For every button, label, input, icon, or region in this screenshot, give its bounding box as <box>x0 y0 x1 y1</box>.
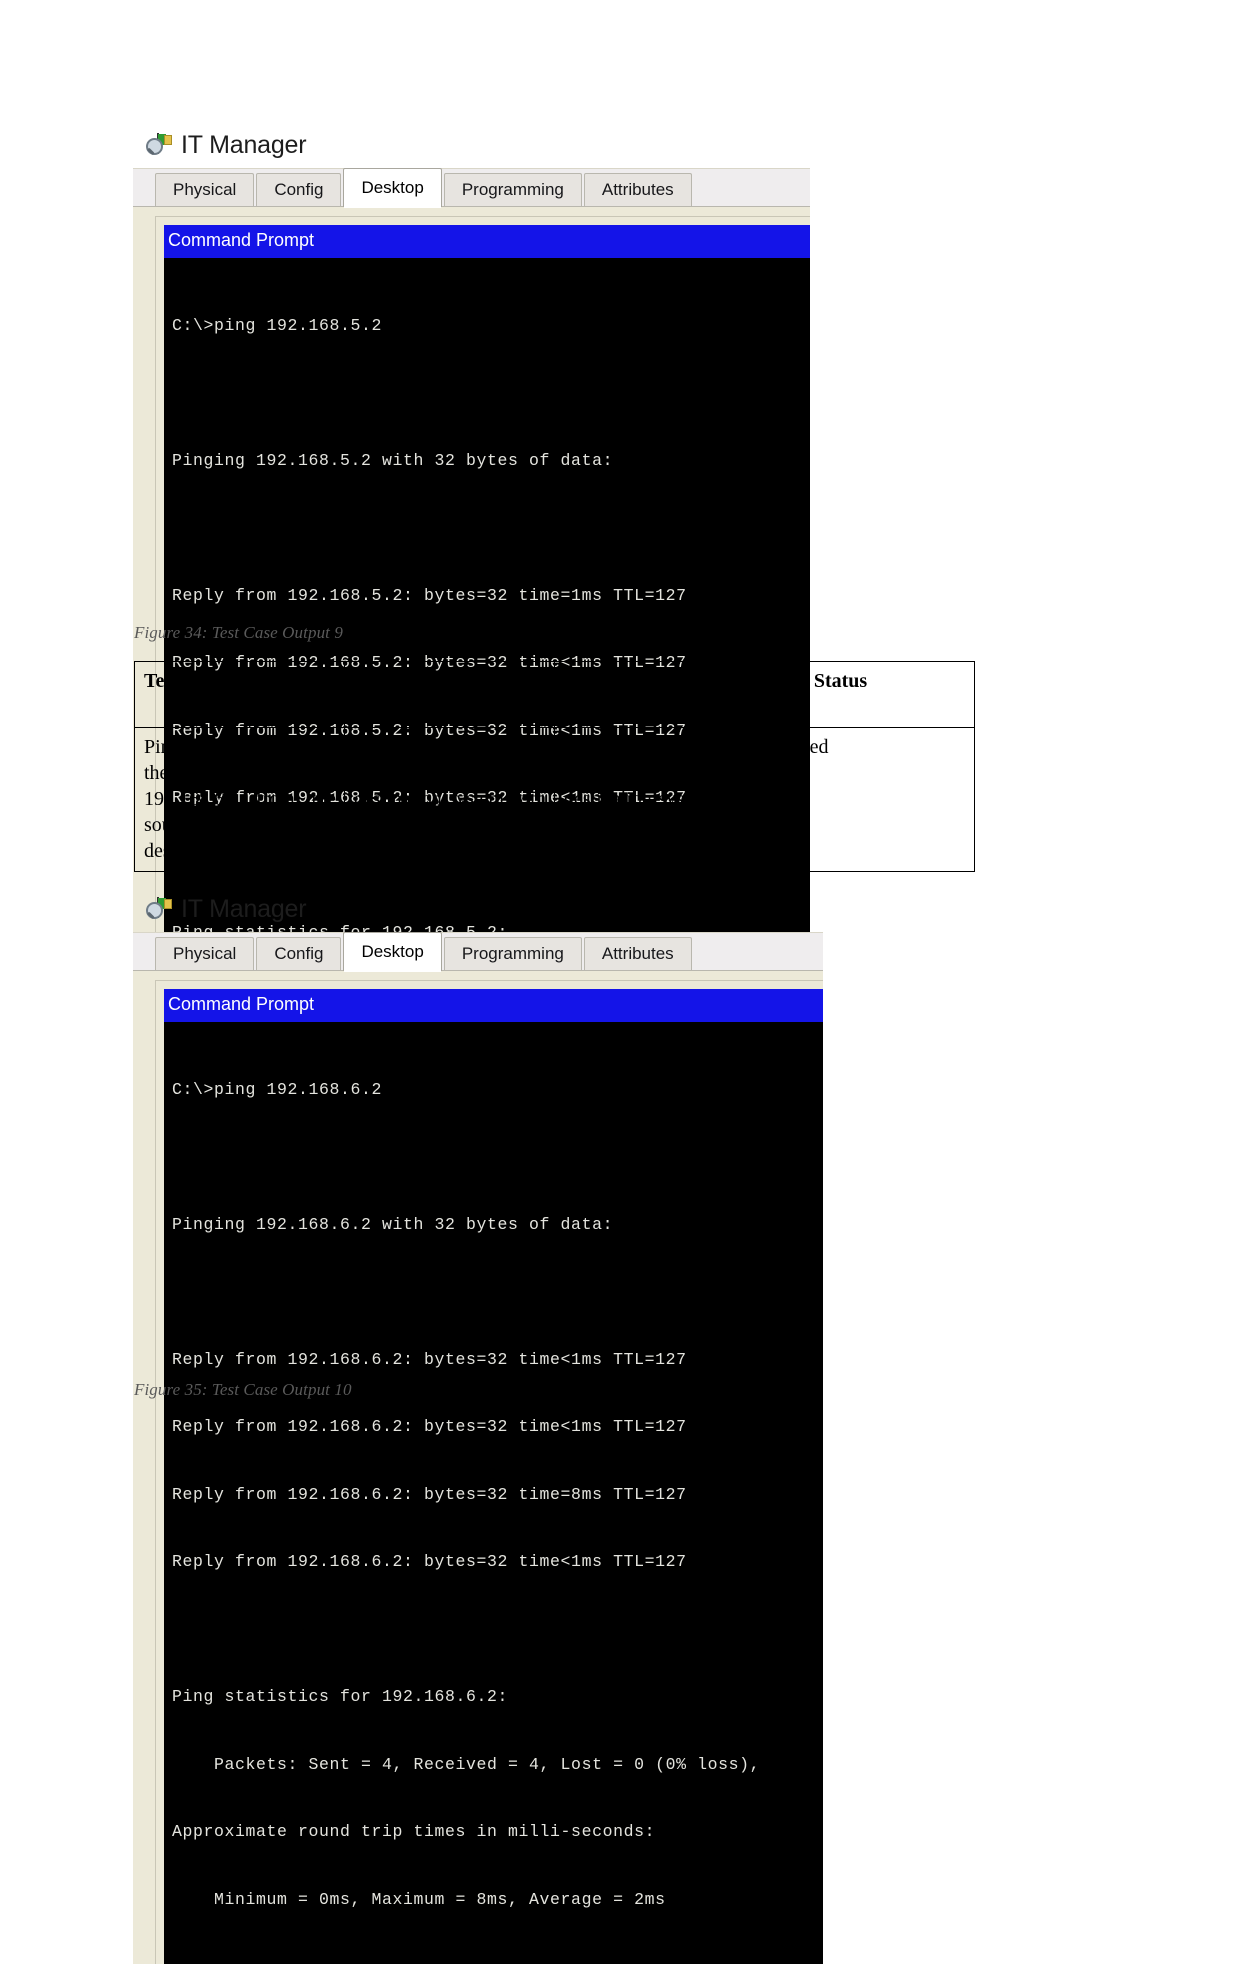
tab-programming[interactable]: Programming <box>443 936 582 971</box>
tab-bar: Physical Config Desktop Programming Attr… <box>133 167 810 209</box>
tab-desktop[interactable]: Desktop <box>343 167 442 209</box>
command-prompt-titlebar: Command Prompt <box>164 989 823 1022</box>
packet-tracer-device-icon <box>146 132 172 158</box>
console-line: Pinging 192.168.5.2 with 32 bytes of dat… <box>172 450 614 470</box>
tab-bar: Physical Config Desktop Programming Attr… <box>133 931 823 973</box>
console-line: Reply from 192.168.6.2: bytes=32 time=8m… <box>172 1484 687 1504</box>
console-line: Approximate round trip times in milli-se… <box>172 1822 656 1842</box>
column-header-actual-outcome: The outcome that is Actual <box>554 661 765 728</box>
console-line: Reply from 192.168.6.2: bytes=32 time<1m… <box>172 1349 687 1369</box>
cell-expected-outcome: Source system successfully ping to the d… <box>344 727 555 872</box>
tab-attributes[interactable]: Attributes <box>583 936 692 971</box>
command-prompt-titlebar: Command Prompt <box>164 225 810 258</box>
desktop-panel: Command Prompt C:\>ping 192.168.6.2 Ping… <box>133 971 823 1964</box>
tab-config[interactable]: Config <box>256 172 342 207</box>
console-line: Reply from 192.168.6.2: bytes=32 time<1m… <box>172 1552 687 1572</box>
cell-test-details: Ping test that is done by the IP address… <box>134 727 345 872</box>
console-line: Reply from 192.168.5.2: bytes=32 time=1m… <box>172 585 687 605</box>
console-line: Reply from 192.168.6.2: bytes=32 time<1m… <box>172 1417 687 1437</box>
console-line: Minimum = 0ms, Maximum = 8ms, Average = … <box>172 1889 666 1909</box>
figure-caption-34: Figure 34: Test Case Output 9 <box>134 623 343 642</box>
cell-actual-outcome: Source system successfully ping to the d… <box>554 727 765 872</box>
window-title-label: IT Manager <box>181 130 307 159</box>
tab-attributes[interactable]: Attributes <box>583 172 692 207</box>
console-output: C:\>ping 192.168.6.2 Pinging 192.168.6.2… <box>164 1021 823 1964</box>
tab-config[interactable]: Config <box>256 936 342 971</box>
console-line: C:\>ping 192.168.5.2 <box>172 315 383 335</box>
tab-desktop[interactable]: Desktop <box>343 931 442 973</box>
tab-physical[interactable]: Physical <box>155 172 255 207</box>
console-line: Ping statistics for 192.168.6.2: <box>172 1687 509 1707</box>
console-line: Packets: Sent = 4, Received = 4, Lost = … <box>172 1754 761 1774</box>
column-header-test-details: Test Details <box>134 661 345 728</box>
table-header-row: Test Details The outcome that is Expecte… <box>134 661 975 728</box>
column-header-expected-outcome: The outcome that is Expected <box>344 661 555 728</box>
packet-tracer-window-figure-35: IT Manager Physical Config Desktop Progr… <box>133 892 823 1964</box>
document-page: IT Manager Physical Config Desktop Progr… <box>0 0 1241 1964</box>
table-row: Ping test that is done by the IP address… <box>134 727 975 872</box>
tab-programming[interactable]: Programming <box>443 172 582 207</box>
console-line: Pinging 192.168.6.2 with 32 bytes of dat… <box>172 1214 614 1234</box>
window-title-label: IT Manager <box>181 894 307 923</box>
tab-physical[interactable]: Physical <box>155 936 255 971</box>
command-prompt-window: Command Prompt C:\>ping 192.168.6.2 Ping… <box>155 980 823 1964</box>
window-title-bar: IT Manager <box>146 892 823 926</box>
test-case-table: Test Details The outcome that is Expecte… <box>134 661 975 872</box>
cell-test-status: Passed <box>764 727 975 872</box>
device-window: Physical Config Desktop Programming Attr… <box>133 931 823 1964</box>
packet-tracer-device-icon <box>146 896 172 922</box>
column-header-test-status: Test Status <box>764 661 975 728</box>
figure-caption-35: Figure 35: Test Case Output 10 <box>134 1380 352 1399</box>
console-line: C:\>ping 192.168.6.2 <box>172 1079 383 1099</box>
window-title-bar: IT Manager <box>146 128 810 162</box>
